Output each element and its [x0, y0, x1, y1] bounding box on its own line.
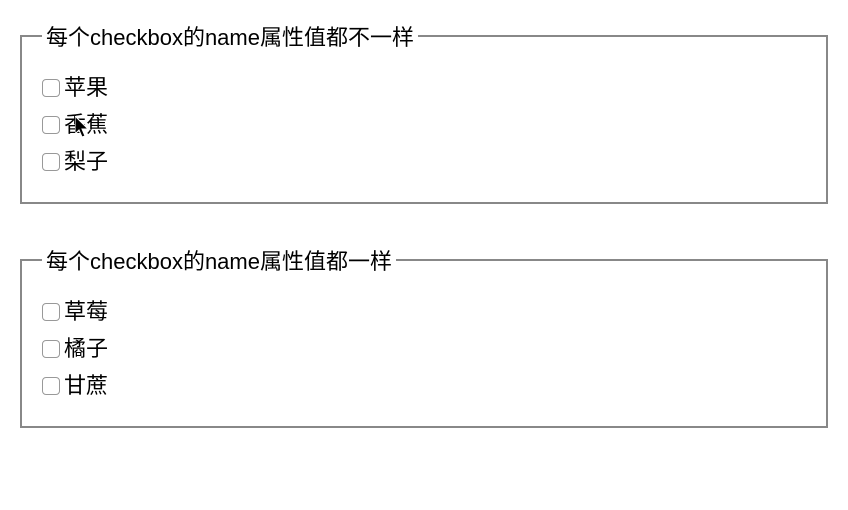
- checkbox-pear[interactable]: [42, 153, 60, 171]
- option-label: 甘蔗: [64, 369, 108, 402]
- checkbox-apple[interactable]: [42, 79, 60, 97]
- option-row: 橘子: [42, 332, 806, 365]
- checkbox-sugarcane[interactable]: [42, 377, 60, 395]
- fieldset-same-names: 每个checkbox的name属性值都一样 草莓 橘子 甘蔗: [20, 244, 828, 428]
- option-row: 梨子: [42, 145, 806, 178]
- legend-same-names: 每个checkbox的name属性值都一样: [42, 244, 396, 276]
- option-label: 橘子: [64, 332, 108, 365]
- checkbox-strawberry[interactable]: [42, 303, 60, 321]
- option-label: 苹果: [64, 71, 108, 104]
- legend-different-names: 每个checkbox的name属性值都不一样: [42, 20, 418, 52]
- checkbox-orange[interactable]: [42, 340, 60, 358]
- option-label: 梨子: [64, 145, 108, 178]
- option-row: 香蕉: [42, 108, 806, 141]
- checkbox-banana[interactable]: [42, 116, 60, 134]
- option-row: 草莓: [42, 295, 806, 328]
- option-row: 苹果: [42, 71, 806, 104]
- option-row: 甘蔗: [42, 369, 806, 402]
- option-label: 草莓: [64, 295, 108, 328]
- fieldset-different-names: 每个checkbox的name属性值都不一样 苹果 香蕉 梨子: [20, 20, 828, 204]
- option-label: 香蕉: [64, 108, 108, 141]
